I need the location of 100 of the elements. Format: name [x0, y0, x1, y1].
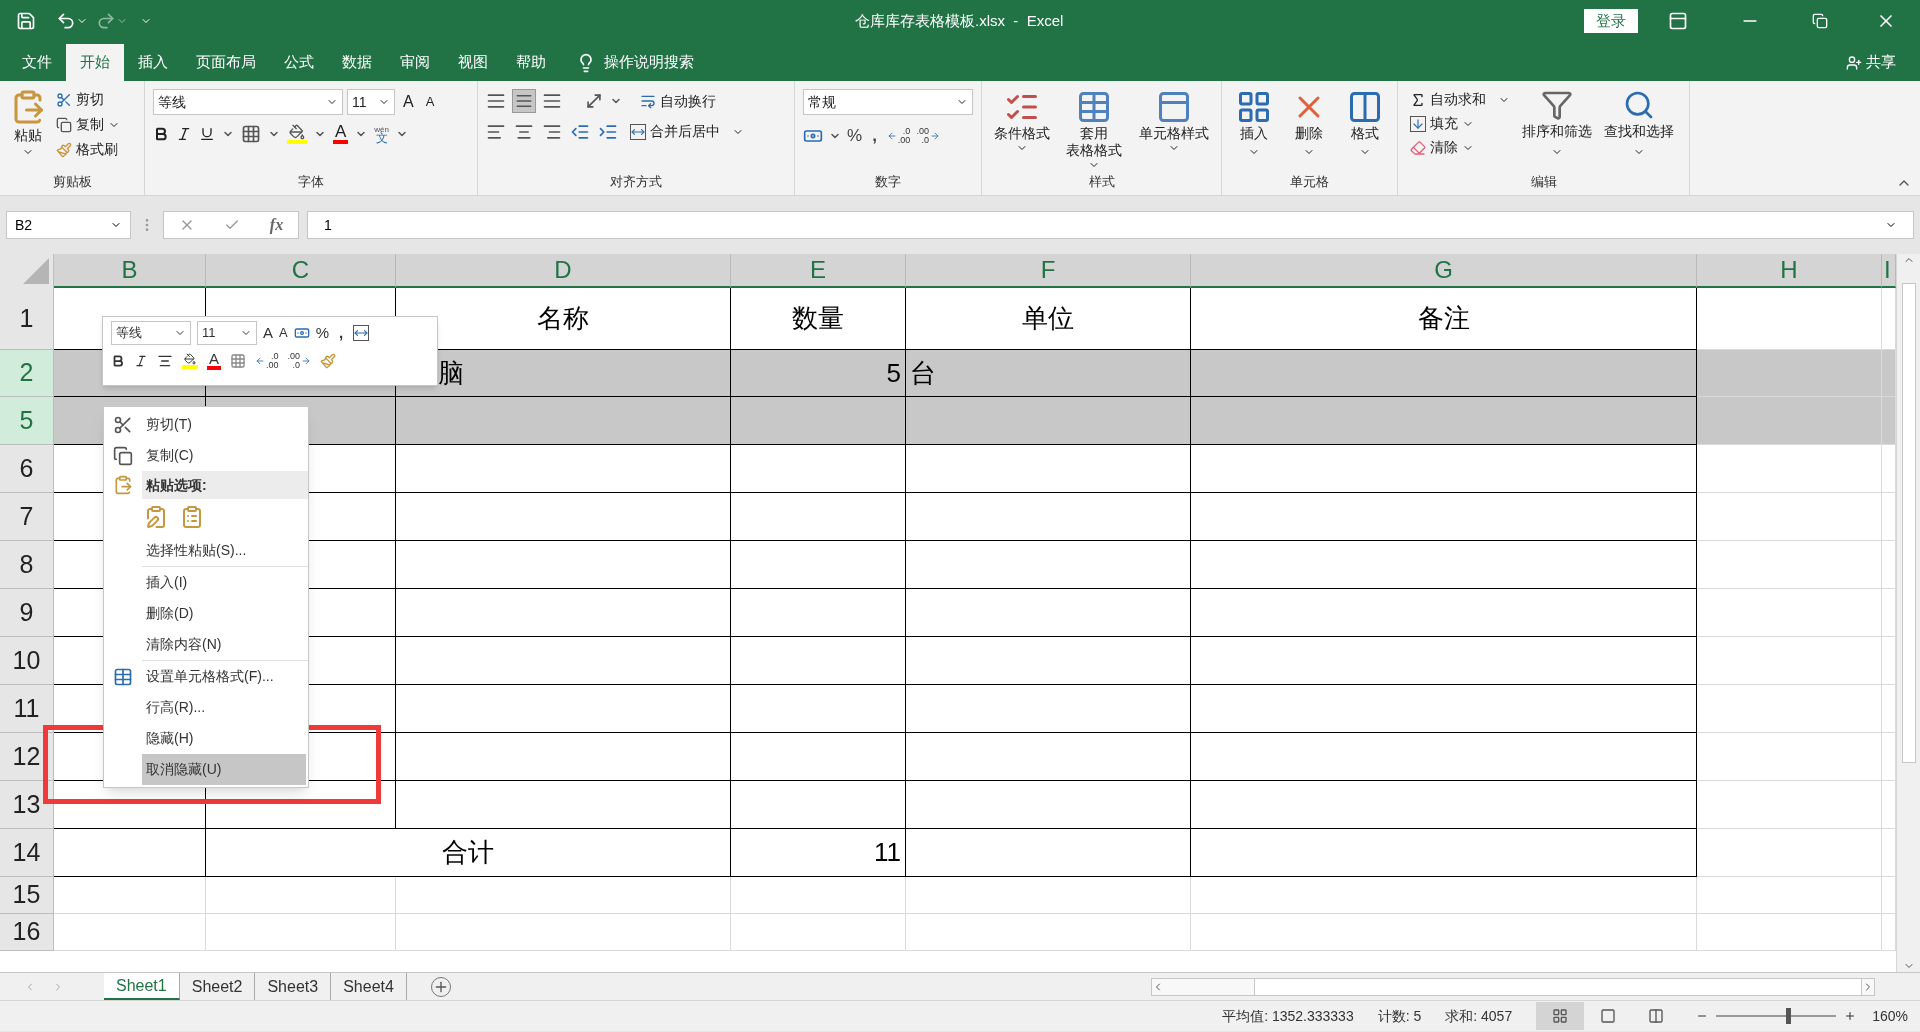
name-box[interactable]: B2: [6, 211, 131, 239]
ribbon-tab[interactable]: 开始: [66, 44, 124, 81]
menu-item[interactable]: 复制(C): [142, 440, 306, 471]
cells-button[interactable]: 格式: [1347, 89, 1384, 158]
zoom-level[interactable]: 160%: [1872, 1005, 1908, 1027]
menu-item[interactable]: 清除内容(N): [142, 629, 306, 660]
align-middle-icon[interactable]: [512, 89, 536, 113]
sign-in-button[interactable]: 登录: [1584, 9, 1638, 33]
insert-function-button[interactable]: fx: [269, 213, 284, 237]
menu-item[interactable]: 设置单元格格式(F)...: [142, 661, 306, 692]
paste-values-icon[interactable]: [180, 505, 204, 529]
merge-icon[interactable]: [353, 325, 370, 341]
bold-icon[interactable]: [111, 353, 125, 368]
wrap-text-button[interactable]: 自动换行: [640, 90, 716, 112]
row-header[interactable]: 1: [0, 288, 54, 350]
font-color-button[interactable]: A: [333, 123, 349, 144]
row-header[interactable]: 7: [0, 493, 54, 541]
menu-item[interactable]: 行高(R)...: [142, 692, 306, 723]
sheet-tab[interactable]: Sheet1: [104, 973, 180, 1000]
decimal-button[interactable]: .0 .00: [255, 351, 279, 370]
style-button[interactable]: 套用 表格格式: [1066, 89, 1123, 171]
menu-item[interactable]: 剪切(T): [142, 409, 306, 440]
zoom-in-icon[interactable]: [1844, 1010, 1857, 1022]
ribbon-tab[interactable]: 页面布局: [182, 44, 270, 81]
ribbon-tab[interactable]: 数据: [328, 44, 386, 81]
row-header[interactable]: 14: [0, 829, 54, 877]
percent-button[interactable]: %: [315, 321, 330, 345]
ribbon-tab[interactable]: 公式: [270, 44, 328, 81]
paste-button[interactable]: 粘贴: [8, 85, 48, 160]
column-header[interactable]: I: [1882, 254, 1896, 288]
row-header[interactable]: 11: [0, 685, 54, 733]
menu-item[interactable]: 插入(I): [142, 567, 306, 598]
font-size-field[interactable]: 11: [197, 321, 257, 345]
column-header[interactable]: E: [731, 254, 906, 288]
fill-color-icon[interactable]: [287, 123, 307, 144]
align-top-icon[interactable]: [486, 91, 506, 111]
menu-item[interactable]: 隐藏(H): [142, 723, 306, 754]
border-icon[interactable]: [230, 352, 246, 369]
column-header[interactable]: C: [206, 254, 396, 288]
ribbon-display-icon[interactable]: [1668, 11, 1688, 31]
menu-item[interactable]: 选择性粘贴(S)...: [142, 535, 306, 566]
border-icon[interactable]: [241, 123, 261, 144]
row-header[interactable]: 16: [0, 914, 54, 951]
merge-center-button[interactable]: 合并后居中: [630, 121, 744, 142]
menu-item[interactable]: 取消隐藏(U): [142, 754, 306, 785]
grow-font-button[interactable]: A: [263, 321, 273, 345]
find-select-button[interactable]: 查找和选择: [1604, 85, 1674, 158]
phonetic-icon[interactable]: wén 文: [374, 124, 390, 143]
format-painter-button[interactable]: 格式刷: [56, 139, 120, 160]
tell-me-search[interactable]: 操作说明搜索: [576, 44, 694, 81]
autosum-button[interactable]: 自动求和: [1410, 89, 1510, 110]
italic-icon[interactable]: [134, 353, 148, 368]
share-button[interactable]: 共享: [1846, 44, 1912, 81]
grow-font-button[interactable]: A: [399, 90, 418, 114]
ribbon-tab[interactable]: 帮助: [502, 44, 560, 81]
restore-icon[interactable]: [1812, 13, 1828, 29]
vertical-scrollbar[interactable]: [1896, 254, 1920, 972]
shrink-font-button[interactable]: A: [279, 323, 288, 343]
percent-button[interactable]: %: [847, 123, 863, 149]
font-name-field[interactable]: 等线: [111, 321, 191, 345]
formula-field[interactable]: 1: [307, 211, 1914, 239]
style-button[interactable]: 条件格式: [994, 89, 1051, 171]
save-icon[interactable]: [16, 11, 36, 31]
row-header[interactable]: 15: [0, 877, 54, 914]
copy-button[interactable]: 复制: [56, 114, 120, 135]
shrink-font-button[interactable]: A: [421, 92, 439, 112]
column-header[interactable]: B: [54, 254, 206, 288]
clear-button[interactable]: 清除: [1410, 137, 1510, 158]
row-header[interactable]: 6: [0, 445, 54, 493]
align-bottom-icon[interactable]: [542, 91, 562, 111]
horizontal-scrollbar[interactable]: [1150, 977, 1875, 996]
column-header[interactable]: F: [906, 254, 1191, 288]
cells-button[interactable]: 插入: [1235, 89, 1272, 158]
scrollbar-thumb[interactable]: [1253, 978, 1862, 995]
row-header[interactable]: 9: [0, 589, 54, 637]
comma-button[interactable]: ,: [868, 123, 881, 149]
paste-formatting-icon[interactable]: [144, 505, 168, 529]
font-name-field[interactable]: 等线: [153, 89, 343, 115]
zoom-slider-thumb[interactable]: [1785, 1008, 1791, 1024]
row-header[interactable]: 5: [0, 397, 54, 445]
row-header[interactable]: 10: [0, 637, 54, 685]
paintbrush-icon[interactable]: [320, 352, 337, 369]
decimal-button[interactable]: .0 .00: [886, 126, 911, 145]
bold-icon[interactable]: [153, 125, 169, 142]
cut-button[interactable]: 剪切: [56, 89, 120, 110]
column-header[interactable]: D: [396, 254, 731, 288]
font-color-button[interactable]: A: [207, 351, 221, 370]
font-size-field[interactable]: 11: [347, 89, 395, 115]
number-format-field[interactable]: 常规: [803, 89, 973, 115]
cells-button[interactable]: 删除: [1291, 89, 1328, 158]
row-header[interactable]: 2: [0, 350, 54, 397]
scrollbar-thumb[interactable]: [1901, 283, 1916, 763]
decimal-button[interactable]: .00 .0: [916, 126, 940, 145]
ribbon-tab[interactable]: 视图: [444, 44, 502, 81]
comma-button[interactable]: ,: [335, 321, 348, 345]
currency-icon[interactable]: [293, 325, 310, 341]
row-header[interactable]: 13: [0, 781, 54, 829]
ribbon-tab[interactable]: 插入: [124, 44, 182, 81]
undo-icon[interactable]: [56, 11, 76, 31]
fill-button[interactable]: 填充: [1410, 113, 1510, 134]
